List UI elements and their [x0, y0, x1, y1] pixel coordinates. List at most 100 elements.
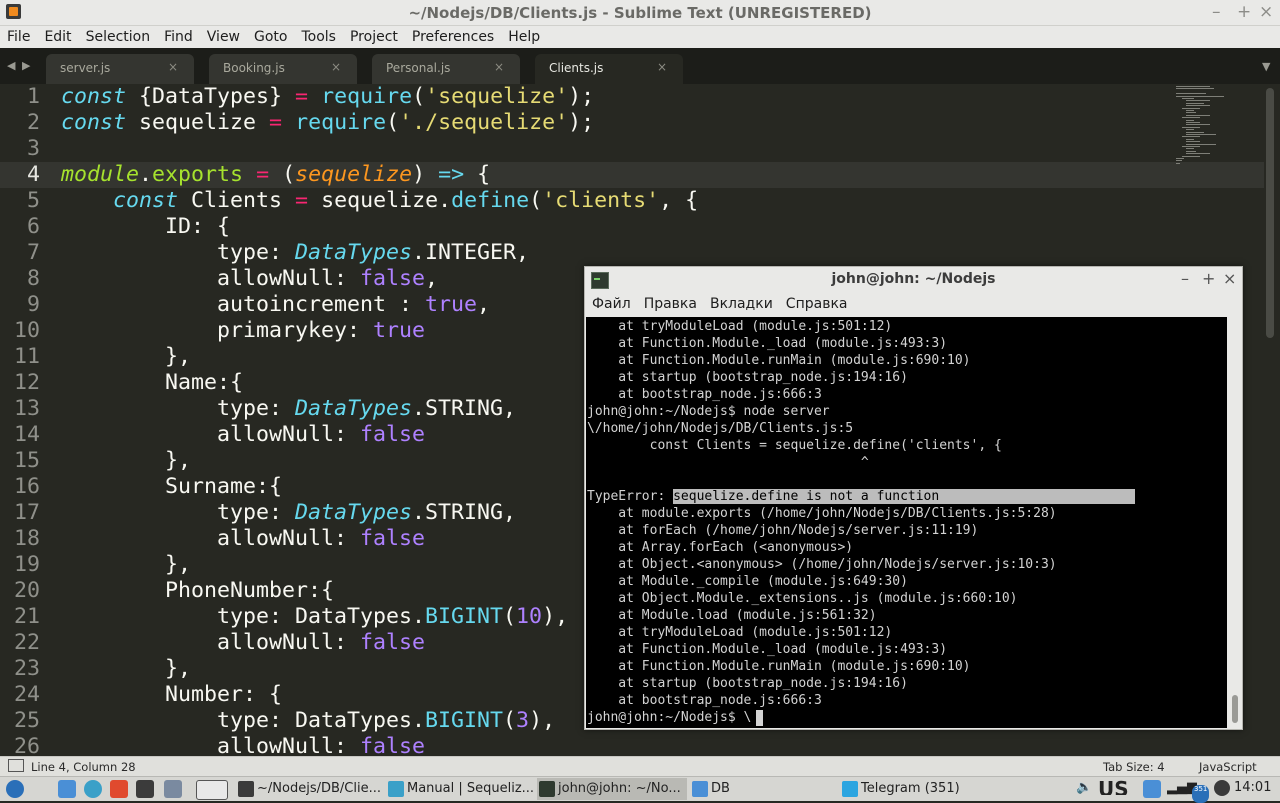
code-line[interactable]: 5 const Clients = sequelize.define('clie… — [0, 188, 1264, 214]
tab-list-dropdown-icon[interactable]: ▼ — [1262, 60, 1270, 73]
tab-clients-js[interactable]: Clients.js × — [535, 54, 683, 84]
terminal-menu-help[interactable]: Справка — [779, 293, 854, 312]
line-number: 7 — [26, 240, 40, 265]
show-desktop-icon[interactable] — [58, 780, 76, 798]
panel-toggle-icon[interactable] — [8, 759, 24, 772]
terminal-output[interactable]: at tryModuleLoad (module.js:501:12) at F… — [586, 317, 1227, 728]
minimize-button[interactable]: – — [1212, 2, 1221, 22]
taskbar-task[interactable]: ~/Nodejs/DB/Clie... — [236, 778, 382, 800]
terminal-scrollbar[interactable] — [1229, 317, 1241, 728]
code-line[interactable]: 7 type: DataTypes.INTEGER, — [0, 240, 1264, 266]
menu-preferences[interactable]: Preferences — [405, 27, 501, 45]
tab-label: server.js — [60, 61, 111, 75]
minimap-line — [1176, 88, 1214, 90]
terminal-line: at startup (bootstrap_node.js:194:16) — [587, 370, 908, 385]
keyboard-layout[interactable]: US — [1098, 777, 1129, 795]
menu-tools[interactable]: Tools — [294, 27, 343, 45]
taskbar-task-label: john@john: ~/No... — [558, 781, 681, 796]
tab-scroll-right-icon[interactable]: ▶ — [22, 59, 30, 72]
code-line[interactable]: 26 allowNull: false — [0, 734, 1264, 756]
syntax-mode[interactable]: JavaScript — [1199, 760, 1257, 774]
taskbar-task[interactable]: DB — [690, 778, 830, 800]
minimap[interactable] — [1170, 84, 1250, 184]
bluetooth-icon[interactable] — [1143, 780, 1161, 798]
terminal-line: at module.exports (/home/john/Nodejs/DB/… — [587, 506, 1057, 521]
workspace-switcher-icon[interactable] — [196, 780, 228, 800]
taskbar-task[interactable]: Manual | Sequeliz... — [386, 778, 534, 800]
taskbar-task[interactable]: Telegram (351) — [840, 778, 970, 800]
tab-close-icon[interactable]: × — [494, 60, 504, 74]
code-text: Number: { — [61, 682, 283, 707]
tab-close-icon[interactable]: × — [168, 60, 178, 74]
start-menu-icon[interactable] — [6, 780, 24, 798]
menu-goto[interactable]: Goto — [247, 27, 294, 45]
terminal-line: at Array.forEach (<anonymous>) — [587, 540, 854, 555]
volume-icon[interactable]: 🔈 — [1076, 780, 1092, 798]
code-text: const {DataTypes} = require('sequelize')… — [61, 84, 595, 109]
notification-badge[interactable]: 351 — [1192, 785, 1210, 803]
tab-close-icon[interactable]: × — [657, 60, 667, 74]
code-line[interactable]: 1 const {DataTypes} = require('sequelize'… — [0, 84, 1264, 110]
tab-size[interactable]: Tab Size: 4 — [1103, 760, 1165, 774]
line-number: 4 — [26, 162, 40, 187]
line-number: 9 — [26, 292, 40, 317]
code-text: Surname:{ — [61, 474, 283, 499]
tab-booking-js[interactable]: Booking.js × — [209, 54, 357, 84]
tab-server-js[interactable]: server.js × — [46, 54, 194, 84]
tab-close-icon[interactable]: × — [331, 60, 341, 74]
minimap-line — [1182, 136, 1200, 138]
tab-personal-js[interactable]: Personal.js × — [372, 54, 520, 84]
editor-scrollbar[interactable] — [1266, 88, 1274, 338]
terminal-menu-tabs[interactable]: Вкладки — [703, 293, 779, 312]
code-text: autoincrement : true, — [61, 292, 491, 317]
code-line[interactable]: 6 ID: { — [0, 214, 1264, 240]
minimap-line — [1186, 129, 1194, 131]
terminal-menu-bar: Файл Правка Вкладки Справка — [585, 293, 1242, 317]
menu-selection[interactable]: Selection — [79, 27, 158, 45]
line-number: 12 — [13, 370, 40, 395]
code-line[interactable]: 3 — [0, 136, 1264, 162]
terminal-scroll-thumb[interactable] — [1232, 695, 1238, 723]
terminal-minimize-button[interactable]: – — [1181, 269, 1189, 288]
terminal-line: at Module.load (module.js:561:32) — [587, 608, 877, 623]
taskbar-task[interactable]: john@john: ~/No... — [537, 778, 687, 800]
line-number: 19 — [13, 552, 40, 577]
terminal-menu-edit[interactable]: Правка — [637, 293, 703, 312]
code-line[interactable]: 2 const sequelize = require('./sequelize'… — [0, 110, 1264, 136]
minimap-line — [1182, 146, 1200, 147]
terminal-menu-file[interactable]: Файл — [585, 293, 637, 312]
menu-edit[interactable]: Edit — [37, 27, 78, 45]
terminal-maximize-button[interactable]: + — [1202, 269, 1215, 288]
menu-view[interactable]: View — [200, 27, 247, 45]
sublime-launcher-icon[interactable] — [136, 780, 154, 798]
code-line[interactable]: 4 module.exports = (sequelize) => { — [0, 162, 1264, 188]
minimap-line — [1176, 93, 1206, 95]
line-number: 11 — [13, 344, 40, 369]
app-launcher-icon[interactable] — [110, 780, 128, 798]
terminal-window[interactable]: john@john: ~/Nodejs – + × Файл Правка Вкла… — [584, 266, 1243, 730]
power-icon[interactable] — [1214, 780, 1230, 796]
status-bar: Line 4, Column 28 Tab Size: 4 JavaScript — [0, 756, 1280, 777]
terminal-line: at Function.Module.runMain (module.js:69… — [587, 659, 971, 674]
minimap-line — [1186, 112, 1196, 114]
code-text: }, — [61, 656, 192, 681]
minimap-line — [1186, 148, 1194, 150]
line-number: 23 — [13, 656, 40, 681]
tab-scroll-left-icon[interactable]: ◀ — [7, 59, 15, 72]
terminal-close-button[interactable]: × — [1223, 269, 1236, 288]
code-text: Name:{ — [61, 370, 244, 395]
browser-launcher-icon[interactable] — [84, 780, 102, 798]
menu-file[interactable]: File — [0, 27, 37, 45]
menu-help[interactable]: Help — [501, 27, 547, 45]
menu-find[interactable]: Find — [157, 27, 200, 45]
terminal-line: at tryModuleLoad (module.js:501:12) — [587, 625, 893, 640]
menu-project[interactable]: Project — [343, 27, 405, 45]
close-button[interactable]: × — [1259, 2, 1273, 22]
menu-bar: File Edit Selection Find View Goto Tools Projec… — [0, 26, 1280, 48]
minimap-line — [1182, 117, 1200, 119]
minimap-line — [1176, 86, 1210, 87]
minimap-line — [1182, 98, 1194, 99]
clock[interactable]: 14:01 — [1234, 780, 1271, 798]
file-manager-launcher-icon[interactable] — [164, 780, 182, 798]
maximize-button[interactable]: + — [1237, 2, 1251, 22]
